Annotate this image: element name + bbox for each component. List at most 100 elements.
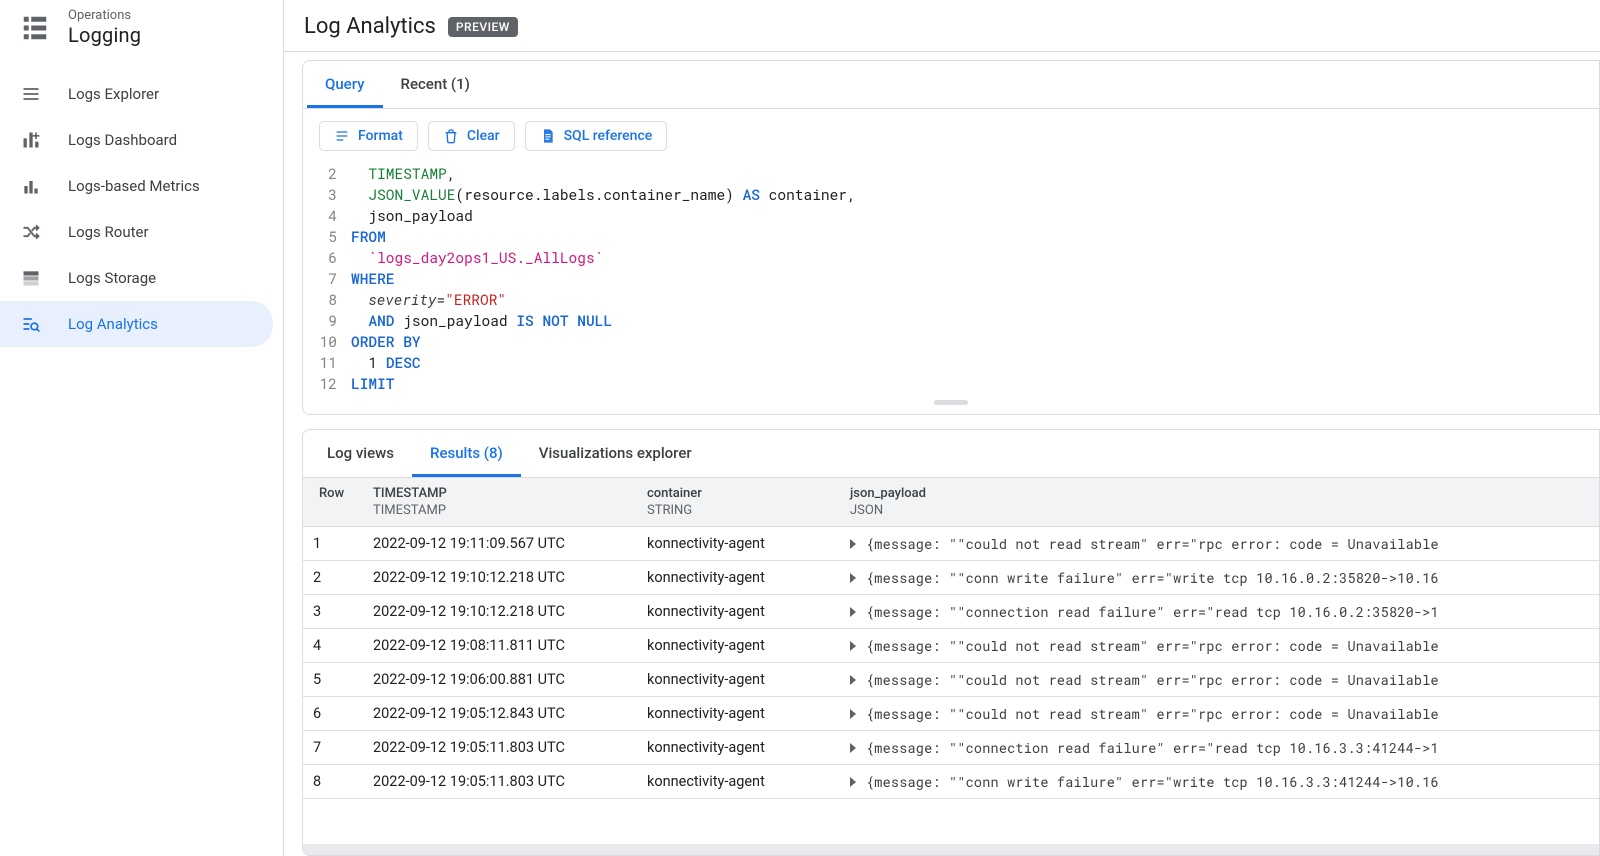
button-label: Format	[358, 128, 403, 144]
sidebar-item-log-analytics[interactable]: Log Analytics	[0, 301, 273, 347]
editor-line[interactable]: 2 TIMESTAMP,	[303, 163, 1599, 184]
expand-icon[interactable]	[850, 539, 856, 549]
editor-line[interactable]: 11 1 DESC	[303, 352, 1599, 373]
sidebar-header: Operations Logging	[0, 0, 283, 65]
editor-line[interactable]: 6 `logs_day2ops1_US._AllLogs`	[303, 247, 1599, 268]
table-row[interactable]: 52022-09-12 19:06:00.881 UTCkonnectivity…	[303, 663, 1599, 697]
line-code: ORDER BY	[351, 331, 421, 352]
line-code: FROM	[351, 226, 386, 247]
cell-container: konnectivity-agent	[637, 705, 840, 722]
editor-line[interactable]: 4 json_payload	[303, 205, 1599, 226]
col-timestamp-name: TIMESTAMP	[373, 486, 627, 501]
editor-line[interactable]: 7WHERE	[303, 268, 1599, 289]
results-body[interactable]: 12022-09-12 19:11:09.567 UTCkonnectivity…	[303, 527, 1599, 844]
editor-line[interactable]: 10ORDER BY	[303, 331, 1599, 352]
table-row[interactable]: 32022-09-12 19:10:12.218 UTCkonnectivity…	[303, 595, 1599, 629]
query-card: Query Recent (1) Format Clear SQL refere…	[302, 60, 1600, 415]
cell-container: konnectivity-agent	[637, 637, 840, 654]
resize-area	[303, 400, 1599, 414]
sidebar-item-logs-dashboard[interactable]: Logs Dashboard	[0, 117, 273, 163]
expand-icon[interactable]	[850, 743, 856, 753]
cell-payload: {message: ""connection read failure" err…	[840, 739, 1599, 757]
preview-badge: PREVIEW	[448, 17, 518, 37]
line-number: 3	[303, 184, 351, 205]
cell-row: 5	[303, 671, 363, 688]
cell-timestamp: 2022-09-12 19:06:00.881 UTC	[363, 671, 637, 688]
clear-button[interactable]: Clear	[428, 121, 515, 151]
cell-timestamp: 2022-09-12 19:10:12.218 UTC	[363, 569, 637, 586]
cell-payload-text: {message: ""conn write failure" err="wri…	[866, 569, 1439, 587]
expand-icon[interactable]	[850, 607, 856, 617]
tab-results[interactable]: Results (8)	[412, 430, 521, 477]
horizontal-scrollbar[interactable]	[303, 844, 1599, 855]
col-timestamp-type: TIMESTAMP	[373, 503, 627, 518]
sidebar-item-logs-explorer[interactable]: Logs Explorer	[0, 71, 273, 117]
table-row[interactable]: 62022-09-12 19:05:12.843 UTCkonnectivity…	[303, 697, 1599, 731]
topbar: Log Analytics PREVIEW	[284, 0, 1600, 52]
add-chart-icon	[20, 129, 42, 151]
cell-payload-text: {message: ""could not read stream" err="…	[866, 671, 1439, 689]
cell-payload: {message: ""connection read failure" err…	[840, 603, 1599, 621]
expand-icon[interactable]	[850, 675, 856, 685]
line-code: LIMIT	[351, 373, 395, 394]
sidebar-item-label: Logs Storage	[68, 269, 156, 287]
cell-timestamp: 2022-09-12 19:05:12.843 UTC	[363, 705, 637, 722]
cell-row: 4	[303, 637, 363, 654]
col-container-name: container	[647, 486, 830, 501]
sql-editor[interactable]: 2 TIMESTAMP,3 JSON_VALUE(resource.labels…	[303, 163, 1599, 400]
expand-icon[interactable]	[850, 709, 856, 719]
cell-container: konnectivity-agent	[637, 739, 840, 756]
table-row[interactable]: 42022-09-12 19:08:11.811 UTCkonnectivity…	[303, 629, 1599, 663]
tab-visualizations-explorer[interactable]: Visualizations explorer	[521, 430, 710, 477]
tab-recent[interactable]: Recent (1)	[383, 61, 488, 108]
cell-container: konnectivity-agent	[637, 603, 840, 620]
cell-container: konnectivity-agent	[637, 773, 840, 790]
line-code: 1 DESC	[351, 352, 421, 373]
editor-line[interactable]: 3 JSON_VALUE(resource.labels.container_n…	[303, 184, 1599, 205]
sidebar-item-label: Logs-based Metrics	[68, 177, 200, 195]
expand-icon[interactable]	[850, 641, 856, 651]
editor-line[interactable]: 12LIMIT	[303, 373, 1599, 394]
list-icon	[20, 83, 42, 105]
sql-reference-button[interactable]: SQL reference	[525, 121, 668, 151]
format-icon	[334, 128, 350, 144]
results-tabs: Log views Results (8) Visualizations exp…	[303, 430, 1599, 478]
sidebar-item-logs-router[interactable]: Logs Router	[0, 209, 273, 255]
main: Log Analytics PREVIEW Query Recent (1) F…	[284, 0, 1600, 856]
results-header: Row TIMESTAMP TIMESTAMP container STRING…	[303, 478, 1599, 527]
sidebar-item-label: Logs Dashboard	[68, 131, 177, 149]
resize-handle[interactable]	[934, 400, 968, 405]
cell-payload-text: {message: ""could not read stream" err="…	[866, 637, 1439, 655]
line-number: 2	[303, 163, 351, 184]
cell-row: 6	[303, 705, 363, 722]
table-row[interactable]: 12022-09-12 19:11:09.567 UTCkonnectivity…	[303, 527, 1599, 561]
col-row-name: Row	[319, 486, 353, 501]
table-row[interactable]: 82022-09-12 19:05:11.803 UTCkonnectivity…	[303, 765, 1599, 799]
sidebar-item-logs-storage[interactable]: Logs Storage	[0, 255, 273, 301]
table-row[interactable]: 22022-09-12 19:10:12.218 UTCkonnectivity…	[303, 561, 1599, 595]
editor-line[interactable]: 5FROM	[303, 226, 1599, 247]
cell-timestamp: 2022-09-12 19:05:11.803 UTC	[363, 739, 637, 756]
cell-payload: {message: ""could not read stream" err="…	[840, 535, 1599, 553]
editor-line[interactable]: 8 severity="ERROR"	[303, 289, 1599, 310]
cell-timestamp: 2022-09-12 19:05:11.803 UTC	[363, 773, 637, 790]
results-card: Log views Results (8) Visualizations exp…	[302, 429, 1600, 856]
col-container-type: STRING	[647, 503, 830, 518]
format-button[interactable]: Format	[319, 121, 418, 151]
line-code: TIMESTAMP,	[351, 163, 455, 184]
button-label: SQL reference	[564, 128, 653, 144]
expand-icon[interactable]	[850, 573, 856, 583]
table-row[interactable]: 72022-09-12 19:05:11.803 UTCkonnectivity…	[303, 731, 1599, 765]
sidebar-item-logs-based-metrics[interactable]: Logs-based Metrics	[0, 163, 273, 209]
line-code: json_payload	[351, 205, 473, 226]
search-list-icon	[20, 313, 42, 335]
expand-icon[interactable]	[850, 777, 856, 787]
document-icon	[540, 128, 556, 144]
col-payload-type: JSON	[850, 503, 1589, 518]
tab-query[interactable]: Query	[307, 61, 383, 108]
cell-payload: {message: ""could not read stream" err="…	[840, 637, 1599, 655]
cell-row: 8	[303, 773, 363, 790]
tab-log-views[interactable]: Log views	[309, 430, 412, 477]
line-code: `logs_day2ops1_US._AllLogs`	[351, 247, 603, 268]
editor-line[interactable]: 9 AND json_payload IS NOT NULL	[303, 310, 1599, 331]
